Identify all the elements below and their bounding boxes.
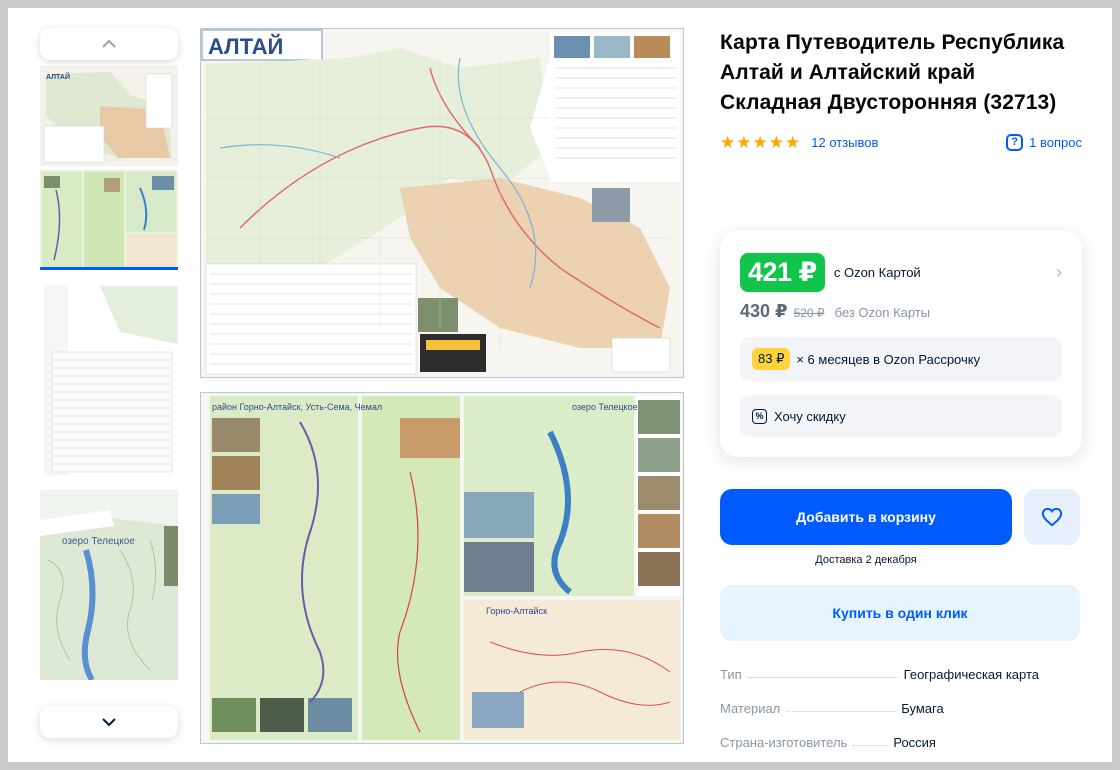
thumb-inset-label: озеро Телецкое: [62, 536, 135, 547]
product-title: Карта Путеводитель Республика Алтай и Ал…: [720, 31, 1065, 114]
spec-value: Россия: [893, 735, 936, 750]
spec-value: Географическая карта: [903, 667, 1040, 682]
spec-value: Бумага: [901, 701, 944, 716]
want-discount-button[interactable]: % Хочу скидку: [740, 395, 1062, 437]
thumbnail-1[interactable]: АЛТАЙ: [40, 66, 178, 166]
product-page: АЛТАЙ озеро Телецкое АЛТАЙ район Горно-А…: [8, 8, 1112, 762]
inset-title-3: Горно-Алтайск: [486, 606, 547, 616]
product-gallery: АЛТАЙ район Горно-Алтайск, Усть-Сема, Че…: [200, 28, 684, 748]
spec-key: Тип: [720, 667, 742, 682]
rating-row: ★ ★ ★ ★ ★ 12 отзывов ? 1 вопрос: [720, 130, 1082, 154]
spec-key: Страна-изготовитель: [720, 735, 848, 750]
chevron-down-icon: [102, 718, 116, 727]
delivery-date: 2 декабря: [865, 554, 917, 566]
altai-map-image: АЛТАЙ: [200, 28, 684, 378]
spec-dots: [853, 745, 888, 746]
thumb-map-title: АЛТАЙ: [46, 72, 70, 81]
spec-row: Материал Бумага: [720, 682, 1082, 716]
thumbnail-list: АЛТАЙ озеро Телецкое: [40, 28, 178, 748]
spec-dots: [786, 711, 896, 712]
installment-offer[interactable]: 83 ₽ × 6 месяцев в Ozon Рассрочку: [740, 337, 1062, 381]
favorite-button[interactable]: [1024, 489, 1080, 545]
thumbnail-3[interactable]: [40, 284, 178, 480]
inset-title-1: район Горно-Алтайск, Усть-Сема, Чемал: [212, 402, 382, 412]
buy-one-click-button[interactable]: Купить в один клик: [720, 585, 1080, 641]
spec-row: Страна-изготовитель Россия: [720, 716, 1082, 750]
regular-price: 430 ₽: [740, 301, 788, 321]
question-icon: ?: [1006, 133, 1024, 151]
cart-row: Добавить в корзину: [720, 489, 1082, 545]
product-info: Карта Путеводитель Республика Алтай и Ал…: [720, 28, 1082, 750]
installment-amount: 83 ₽: [752, 348, 791, 370]
thumbnail-scroll-up[interactable]: [40, 28, 178, 60]
specs-list: Тип Географическая карта Материал Бумага…: [720, 648, 1082, 750]
star-icon: ★: [785, 132, 801, 152]
thumbnail-2[interactable]: [40, 170, 178, 270]
discount-label: Хочу скидку: [774, 408, 846, 424]
thumbnail-map-image: озеро Телецкое: [40, 490, 178, 680]
reviews-link[interactable]: 12 отзывов: [811, 135, 878, 150]
spec-key: Материал: [720, 701, 781, 716]
thumbnail-4[interactable]: озеро Телецкое: [40, 490, 178, 680]
rating[interactable]: ★ ★ ★ ★ ★ 12 отзывов: [720, 134, 878, 151]
star-icon: ★: [752, 132, 768, 152]
inset-title-2: озеро Телецкое: [572, 402, 638, 412]
star-icon: ★: [720, 132, 736, 152]
questions-link[interactable]: ? 1 вопрос: [1006, 133, 1082, 151]
spec-dots: [747, 677, 898, 678]
delivery-prefix: Доставка: [815, 554, 863, 566]
spec-row: Тип Географическая карта: [720, 648, 1082, 682]
thumbnail-map-image: АЛТАЙ: [40, 66, 178, 166]
thumbnail-map-image: [40, 170, 178, 267]
thumbnail-map-image: [40, 284, 178, 480]
main-image-map-front[interactable]: АЛТАЙ: [200, 28, 684, 378]
old-price: 520 ₽: [793, 306, 825, 320]
star-icon: ★: [736, 132, 752, 152]
percent-icon: %: [752, 408, 767, 424]
ozon-card-label: с Ozon Картой: [833, 264, 921, 280]
delivery-info: Доставка 2 декабря: [720, 554, 1012, 566]
no-card-label: без Ozon Карты: [834, 305, 931, 320]
installment-text: × 6 месяцев в Ozon Рассрочку: [796, 351, 981, 367]
price-card: 421 ₽ с Ozon Картой › 430 ₽ 520 ₽ без Oz…: [720, 231, 1082, 457]
chevron-right-icon: ›: [1056, 261, 1062, 282]
altai-inset-map-image: район Горно-Алтайск, Усть-Сема, Чемал оз…: [200, 392, 684, 744]
star-icon: ★: [768, 132, 784, 152]
main-image-map-back[interactable]: район Горно-Алтайск, Усть-Сема, Чемал оз…: [200, 392, 684, 744]
thumbnail-scroll-down[interactable]: [40, 706, 178, 738]
ozon-card-price: 421 ₽: [740, 252, 825, 292]
ozon-card-price-row[interactable]: 421 ₽ с Ozon Картой ›: [740, 251, 1062, 293]
regular-price-row: 430 ₽ 520 ₽ без Ozon Карты: [740, 301, 1062, 322]
map-title: АЛТАЙ: [208, 34, 283, 59]
heart-icon: [1041, 507, 1063, 527]
add-to-cart-button[interactable]: Добавить в корзину: [720, 489, 1012, 545]
questions-label: 1 вопрос: [1029, 134, 1082, 150]
chevron-up-icon: [102, 39, 116, 48]
